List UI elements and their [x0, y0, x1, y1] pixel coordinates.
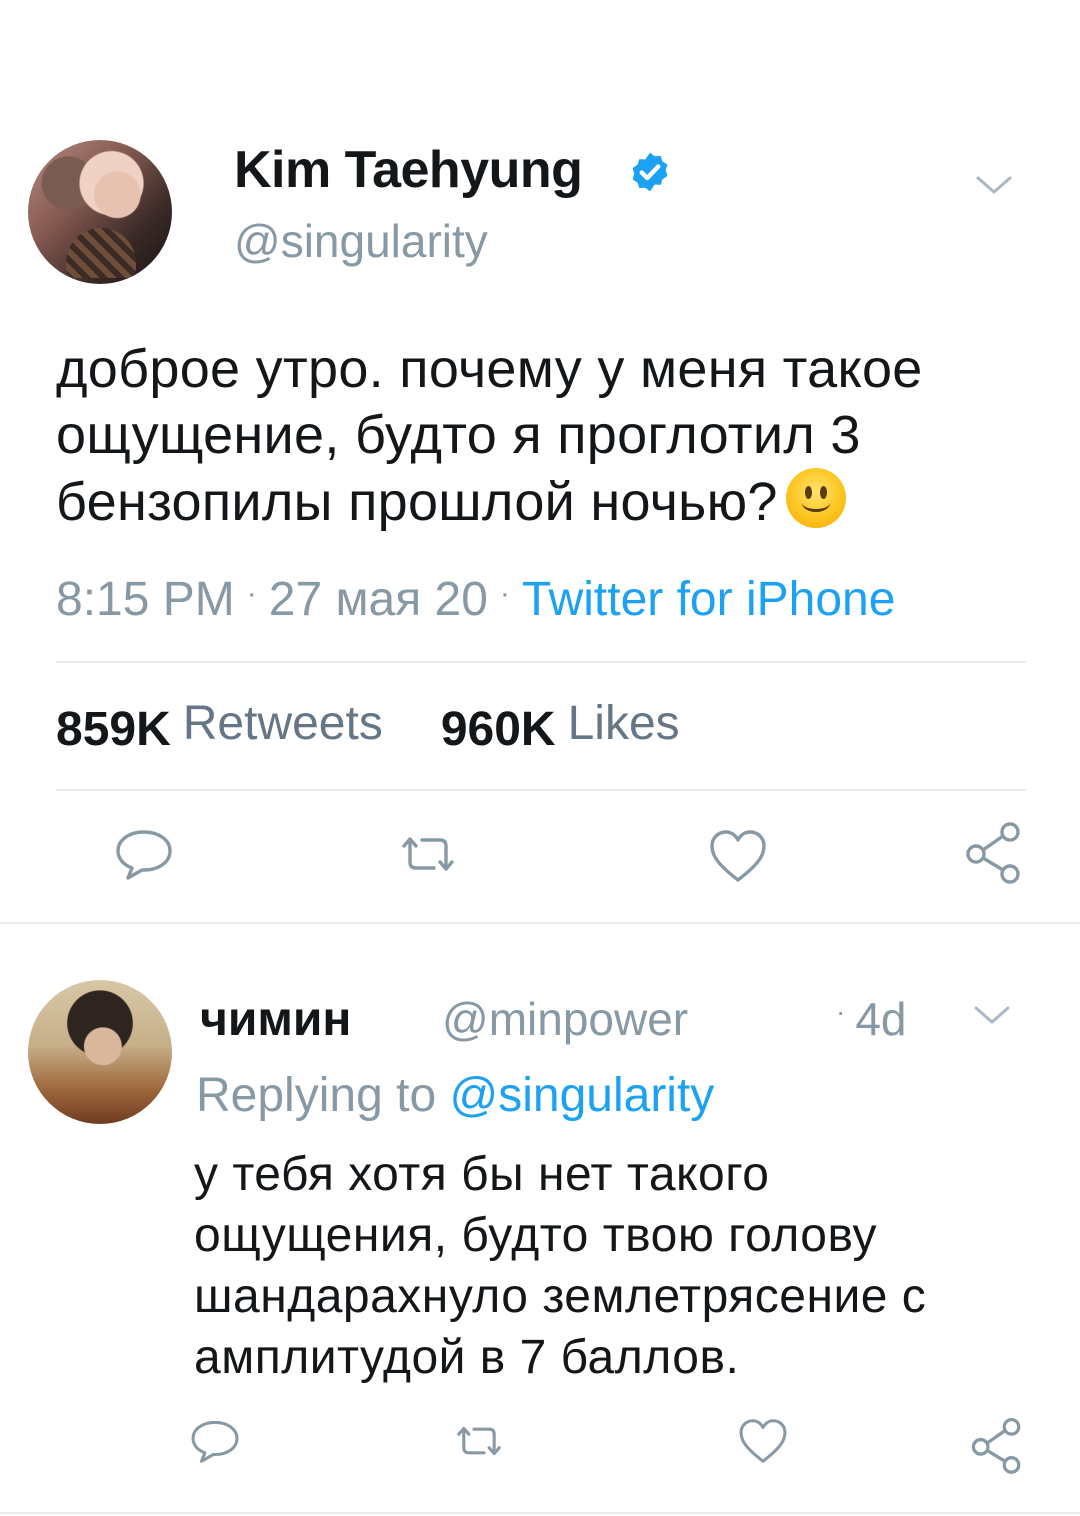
reply-author-avatar[interactable] [28, 980, 172, 1124]
meta-separator: · [246, 577, 257, 610]
divider [56, 789, 1026, 791]
main-tweet-meta: 8:15 PM · 27 мая 20 · Twitter for iPhone [56, 572, 895, 627]
reply-time: · 4d [836, 992, 907, 1046]
slightly-smiling-face-icon [785, 468, 846, 528]
main-tweet-text: доброе утро. почему у меня такое ощущени… [56, 336, 1046, 535]
reply-icon[interactable] [112, 822, 176, 886]
reply-time-ago: 4d [855, 993, 907, 1045]
replying-prefix: Replying to [196, 1069, 437, 1122]
likes-stat[interactable]: 960K Likes [441, 697, 738, 756]
verified-badge-icon [632, 152, 668, 192]
reply-icon[interactable] [188, 1414, 242, 1468]
divider [0, 1512, 1080, 1514]
tweet-date: 27 мая 20 [268, 573, 488, 626]
reply-author-name[interactable]: чимин [200, 992, 351, 1047]
share-icon[interactable] [962, 820, 1026, 884]
retweets-label: Retweets [182, 697, 383, 750]
divider [56, 661, 1026, 663]
retweets-stat[interactable]: 859K Retweets [56, 697, 441, 756]
meta-separator: · [836, 996, 846, 1027]
retweets-count: 859K [56, 703, 171, 756]
main-author-avatar[interactable] [28, 140, 172, 284]
meta-separator: · [499, 577, 510, 610]
engagement-stats: 859K Retweets 960K Likes [56, 696, 738, 757]
reply-author-handle[interactable]: @minpower [442, 992, 688, 1046]
share-icon[interactable] [968, 1414, 1026, 1476]
tweet-source-link[interactable]: Twitter for iPhone [522, 573, 896, 626]
replying-to: Replying to @singularity [196, 1068, 714, 1123]
likes-count: 960K [440, 703, 556, 756]
divider [0, 922, 1080, 924]
like-icon[interactable] [736, 1414, 790, 1468]
likes-label: Likes [567, 697, 680, 750]
main-author-name[interactable]: Kim Taehyung [234, 140, 583, 200]
main-author-handle[interactable]: @singularity [234, 214, 488, 268]
retweet-icon[interactable] [396, 822, 460, 886]
like-icon[interactable] [706, 824, 770, 888]
chevron-down-icon[interactable] [974, 170, 1014, 200]
replying-mention-link[interactable]: @singularity [449, 1069, 714, 1122]
retweet-icon[interactable] [452, 1414, 506, 1468]
tweet-time: 8:15 PM [56, 573, 235, 626]
reply-tweet-text: у тебя хотя бы нет такого ощущения, будт… [194, 1148, 927, 1384]
chevron-down-icon[interactable] [972, 1000, 1012, 1030]
